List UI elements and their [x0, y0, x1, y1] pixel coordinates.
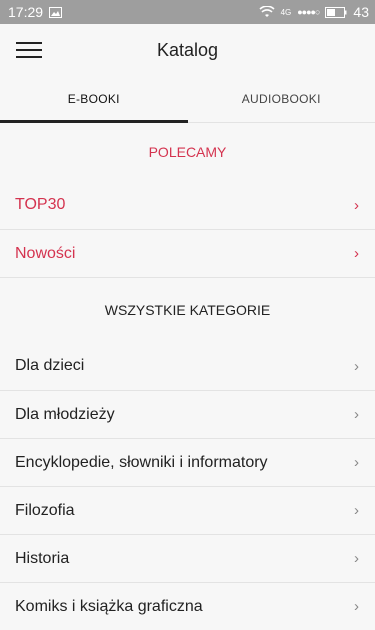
chevron-right-icon: › — [354, 245, 359, 262]
chevron-right-icon: › — [354, 598, 359, 615]
chevron-right-icon: › — [354, 197, 359, 214]
list-item-historia[interactable]: Historia › — [0, 534, 375, 582]
status-left: 17:29 — [8, 4, 62, 20]
list-item-label: Dla młodzieży — [15, 406, 115, 424]
hamburger-menu-icon[interactable] — [16, 38, 42, 60]
list-item-label: TOP30 — [15, 196, 65, 214]
tab-audiobooki[interactable]: AUDIOBOOKI — [188, 76, 375, 122]
tab-ebooki[interactable]: E-BOOKI — [0, 76, 188, 122]
app-header: Katalog — [0, 24, 375, 76]
page-title: Katalog — [157, 40, 218, 61]
battery-level: 43 — [353, 4, 369, 20]
list-item-encyklopedie[interactable]: Encyklopedie, słowniki i informatory › — [0, 438, 375, 486]
list-item-label: Encyklopedie, słowniki i informatory — [15, 454, 268, 472]
all-categories-header: WSZYSTKIE KATEGORIE — [0, 278, 375, 342]
network-type: 4G — [281, 8, 292, 17]
list-item-nowosci[interactable]: Nowości › — [0, 229, 375, 277]
status-time: 17:29 — [8, 4, 43, 20]
chevron-right-icon: › — [354, 550, 359, 567]
chevron-right-icon: › — [354, 454, 359, 471]
recommended-header: POLECAMY — [0, 123, 375, 181]
list-item-top30[interactable]: TOP30 › — [0, 181, 375, 229]
chevron-right-icon: › — [354, 358, 359, 375]
list-item-label: Dla dzieci — [15, 357, 84, 375]
list-item-label: Historia — [15, 550, 69, 568]
list-item-dla-mlodziezy[interactable]: Dla młodzieży › — [0, 390, 375, 438]
chevron-right-icon: › — [354, 406, 359, 423]
tab-bar: E-BOOKI AUDIOBOOKI — [0, 76, 375, 123]
image-notification-icon — [49, 7, 62, 18]
status-bar: 17:29 4G ●●●●○ 43 — [0, 0, 375, 24]
status-right: 4G ●●●●○ 43 — [259, 4, 369, 20]
wifi-icon — [259, 6, 275, 18]
signal-strength-icon: ●●●●○ — [297, 7, 319, 17]
list-item-label: Filozofia — [15, 502, 75, 520]
active-tab-indicator — [0, 120, 188, 123]
list-item-dla-dzieci[interactable]: Dla dzieci › — [0, 342, 375, 390]
list-item-label: Nowości — [15, 245, 75, 263]
list-item-label: Komiks i książka graficzna — [15, 598, 203, 616]
chevron-right-icon: › — [354, 502, 359, 519]
list-item-filozofia[interactable]: Filozofia › — [0, 486, 375, 534]
list-item-komiks[interactable]: Komiks i książka graficzna › — [0, 582, 375, 630]
battery-icon — [325, 7, 347, 18]
